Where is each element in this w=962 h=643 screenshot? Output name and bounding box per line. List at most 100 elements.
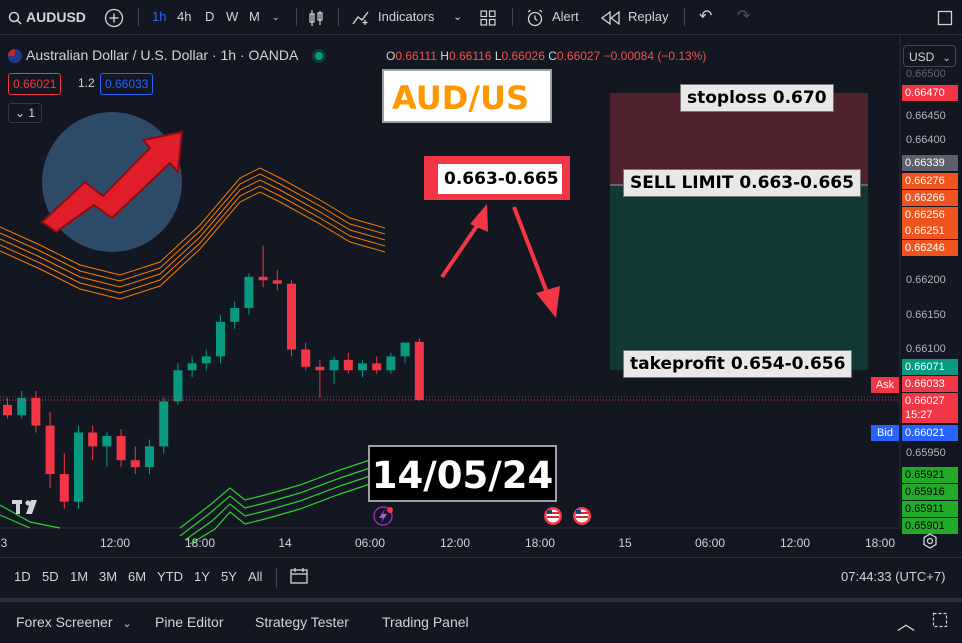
range-5y[interactable]: 5Y [221, 569, 237, 584]
price-axis-marker: 0.66266 [902, 190, 958, 206]
maximize-panel-icon[interactable] [932, 612, 948, 631]
fullscreen-icon[interactable] [937, 0, 953, 34]
chevron-down-icon[interactable]: ⌄ [453, 0, 462, 34]
add-symbol-icon[interactable] [104, 0, 124, 34]
sell-price-button[interactable]: 0.66021 [8, 73, 62, 95]
trend-logo [40, 112, 184, 252]
takeprofit-zone[interactable] [610, 185, 868, 370]
price-axis-marker: 0.66071 [902, 359, 958, 375]
arrow-down-annotation [512, 206, 560, 318]
indicators-button[interactable]: Indicators [378, 0, 434, 34]
tab-pine-editor[interactable]: Pine Editor [155, 614, 223, 630]
price-axis-label: 0.66100 [906, 343, 946, 355]
indicators-collapse-toggle[interactable]: ⌄ 1 [8, 103, 43, 123]
candle-body [301, 349, 311, 367]
interval-d[interactable]: D [205, 0, 214, 34]
lightning-event-icon[interactable] [373, 506, 393, 526]
price-axis-marker: 0.66033 [902, 376, 958, 392]
settings-gear-icon[interactable] [922, 533, 938, 554]
price-axis-label: 0.66200 [906, 274, 946, 286]
tab-trading-panel[interactable]: Trading Panel [382, 614, 469, 630]
price-axis-marker: 0.66251 [902, 223, 958, 239]
alarm-clock-icon[interactable] [526, 0, 544, 34]
candle-body [59, 474, 69, 502]
interval-1h[interactable]: 1h [152, 0, 166, 34]
range-3m[interactable]: 3M [99, 569, 117, 584]
ohlc-values: O0.66111 H0.66116 L0.66026 C0.66027 −0.0… [386, 49, 707, 63]
range-6m[interactable]: 6M [128, 569, 146, 584]
date-range-icon[interactable] [290, 567, 310, 588]
time-tick: 18:00 [524, 536, 556, 550]
price-axis-marker: 0.66256 [902, 207, 958, 223]
time-tick: 12:00 [779, 536, 811, 550]
price-axis-marker: 0.66246 [902, 240, 958, 256]
interval-w[interactable]: W [226, 0, 238, 34]
stoploss-label[interactable]: stoploss 0.670 [680, 84, 834, 112]
time-tick: 18:00 [184, 536, 216, 550]
tab-strategy-tester[interactable]: Strategy Tester [255, 614, 349, 630]
date-annotation[interactable]: 14/05/24 [368, 445, 557, 502]
redo-icon[interactable]: ↷ [737, 0, 750, 34]
time-tick: 15 [618, 536, 632, 550]
buy-price-button[interactable]: 0.66033 [100, 73, 154, 95]
alert-button[interactable]: Alert [552, 0, 579, 34]
chevron-down-icon: ⌄ [15, 106, 29, 120]
chevron-down-icon: ⌄ [942, 53, 951, 64]
price-axis-marker: 0.66470 [902, 85, 958, 101]
candle-body [272, 280, 282, 284]
indicators-icon[interactable] [352, 0, 370, 34]
candle-body [244, 276, 254, 308]
us-flag-event-icon[interactable] [573, 507, 591, 525]
range-all[interactable]: All [248, 569, 262, 584]
clock-display[interactable]: 07:44:33 (UTC+7) [841, 569, 945, 584]
chart-title: Australian Dollar / U.S. Dollar · 1h · O… [26, 47, 298, 63]
range-1m[interactable]: 1M [70, 569, 88, 584]
range-1d[interactable]: 1D [14, 569, 31, 584]
candles-icon[interactable] [308, 0, 324, 34]
price-axis-marker: 0.65911 [902, 501, 958, 517]
symbol-legend[interactable]: Australian Dollar / U.S. Dollar · 1h · O… [8, 47, 324, 64]
search-icon[interactable] [8, 0, 22, 34]
symbol-search[interactable]: AUDUSD [26, 0, 86, 34]
price-axis-marker: 0.66339 [902, 155, 958, 171]
range-ytd[interactable]: YTD [157, 569, 183, 584]
chevron-up-icon[interactable]: ︿ [897, 610, 915, 636]
layouts-icon[interactable] [480, 0, 496, 34]
time-tick: 06:00 [354, 536, 386, 550]
pair-label-annotation[interactable]: AUD/US [382, 69, 552, 123]
range-1y[interactable]: 1Y [194, 569, 210, 584]
price-axis-label: 0.66150 [906, 309, 946, 321]
price-axis-marker: 0.66276 [902, 173, 958, 189]
ask-tag: Ask [871, 377, 899, 393]
candle-body [258, 276, 268, 281]
bid-tag: Bid [871, 425, 899, 441]
candle-body [372, 363, 382, 371]
us-flag-event-icon[interactable] [544, 507, 562, 525]
replay-button[interactable]: Replay [628, 0, 668, 34]
entry-range-annotation[interactable]: 0.663-0.665 [438, 164, 562, 194]
takeprofit-label[interactable]: takeprofit 0.654-0.656 [623, 350, 853, 378]
range-5d[interactable]: 5D [42, 569, 59, 584]
chevron-down-icon[interactable]: ⌄ [272, 0, 280, 34]
candle-body [88, 432, 98, 447]
undo-icon[interactable]: ↶ [699, 0, 712, 34]
price-axis-marker: 0.65921 [902, 467, 958, 483]
time-axis[interactable]: 3 12:00 18:00 14 06:00 12:00 18:00 15 06… [0, 528, 900, 556]
price-axis-marker: 0.65916 [902, 484, 958, 500]
sell-limit-label[interactable]: SELL LIMIT 0.663-0.665 [623, 169, 861, 197]
tab-forex-screener[interactable]: Forex Screener ⌄ [16, 614, 132, 630]
replay-icon[interactable] [600, 0, 621, 34]
price-axis-label: 0.65950 [906, 447, 946, 459]
candle-body [400, 342, 410, 357]
interval-4h[interactable]: 4h [177, 0, 191, 34]
time-tick: 06:00 [694, 536, 726, 550]
candle-body [102, 435, 112, 447]
candle-body [74, 432, 83, 502]
candle-body [216, 321, 225, 357]
market-open-dot [315, 52, 324, 61]
interval-m[interactable]: M [249, 0, 260, 34]
time-tick: 18:00 [864, 536, 896, 550]
time-tick: 12:00 [439, 536, 471, 550]
currency-selector[interactable]: USD ⌄ [903, 45, 956, 67]
candle-body [45, 425, 55, 475]
